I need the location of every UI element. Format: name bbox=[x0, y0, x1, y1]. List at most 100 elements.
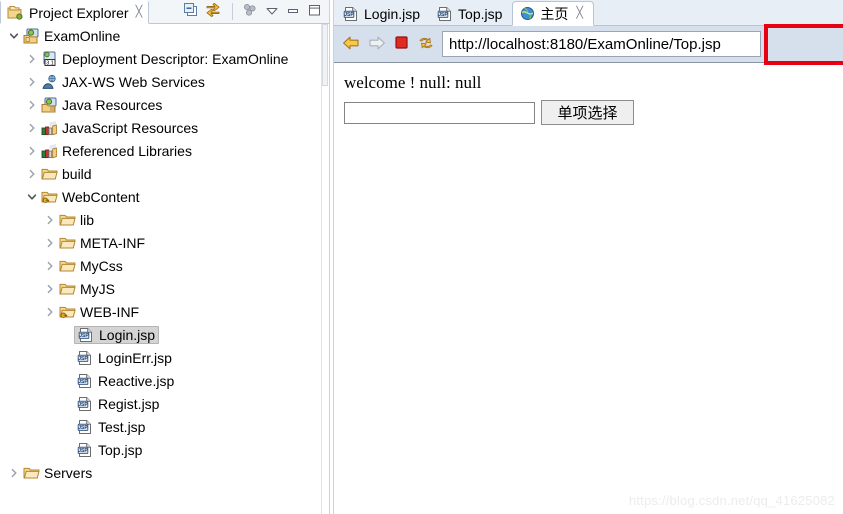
deployment-descriptor-icon: 3.1 bbox=[40, 51, 58, 67]
project-explorer-toolbar bbox=[175, 0, 329, 23]
chevron-right-icon[interactable] bbox=[6, 468, 22, 478]
tree-item-java-resources[interactable]: Java Resources bbox=[0, 93, 329, 116]
editor-tab-inactive-1[interactable]: JSP Top.jsp bbox=[430, 3, 512, 25]
chevron-right-icon[interactable] bbox=[42, 238, 58, 248]
back-button[interactable] bbox=[342, 35, 360, 54]
tree-item-lib[interactable]: lib bbox=[0, 208, 329, 231]
chevron-right-icon[interactable] bbox=[42, 284, 58, 294]
jsp-file-icon: JSP bbox=[76, 442, 94, 458]
svg-text:JSP: JSP bbox=[78, 356, 88, 362]
view-menu-chevron-icon[interactable] bbox=[265, 4, 279, 19]
collapse-all-icon[interactable] bbox=[183, 2, 198, 21]
tree-item-content[interactable]: WebContent bbox=[40, 189, 140, 205]
tree-item-javascript-resources[interactable]: JavaScript Resources bbox=[0, 116, 329, 139]
tree-item-label: build bbox=[62, 165, 92, 182]
explorer-scrollbar-thumb[interactable] bbox=[322, 24, 328, 86]
eclipse-workbench: Project Explorer ╳ ExamOnline 3.1 Deploy… bbox=[0, 0, 843, 514]
tree-item-label: Test.jsp bbox=[98, 418, 146, 435]
minimize-icon[interactable] bbox=[286, 4, 300, 19]
url-input[interactable]: http://localhost:8180/ExamOnline/Top.jsp bbox=[442, 31, 761, 57]
chevron-right-icon[interactable] bbox=[42, 307, 58, 317]
tree-item-content[interactable]: Servers bbox=[22, 465, 92, 481]
svg-text:JSP: JSP bbox=[78, 425, 88, 431]
browser-content-area: welcome ! null: null 单项选择 bbox=[334, 62, 843, 514]
close-icon[interactable]: ╳ bbox=[136, 7, 143, 18]
tree-item-label: Login.jsp bbox=[99, 326, 156, 343]
tree-item-deployment-descriptor-examonline[interactable]: 3.1 Deployment Descriptor: ExamOnline bbox=[0, 47, 329, 70]
chevron-right-icon[interactable] bbox=[24, 100, 40, 110]
tree-item-content[interactable]: Referenced Libraries bbox=[40, 143, 192, 159]
explorer-vertical-scrollbar[interactable] bbox=[321, 24, 328, 514]
tree-item-mycss[interactable]: MyCss bbox=[0, 254, 329, 277]
tree-item-content[interactable]: JSP Test.jsp bbox=[76, 419, 145, 435]
tree-item-examonline[interactable]: ExamOnline bbox=[0, 24, 329, 47]
tree-item-content[interactable]: JSP LoginErr.jsp bbox=[76, 350, 172, 366]
tree-item-label: MyCss bbox=[80, 257, 123, 274]
tree-item-web-inf[interactable]: WEB-INF bbox=[0, 300, 329, 323]
tree-item-webcontent[interactable]: WebContent bbox=[0, 185, 329, 208]
tree-item-content[interactable]: JSP Reactive.jsp bbox=[76, 373, 174, 389]
view-filters-icon[interactable] bbox=[232, 3, 258, 20]
answer-input[interactable] bbox=[344, 101, 535, 124]
svg-text:3.1: 3.1 bbox=[46, 60, 54, 66]
tree-item-content[interactable]: JSP Login.jsp bbox=[74, 325, 160, 344]
tree-item-content[interactable]: JAX-WS Web Services bbox=[40, 74, 205, 90]
tree-item-content[interactable]: WEB-INF bbox=[58, 304, 139, 320]
chevron-down-icon[interactable] bbox=[24, 192, 40, 202]
tree-item-content[interactable]: ExamOnline bbox=[22, 28, 120, 44]
chevron-right-icon[interactable] bbox=[24, 77, 40, 87]
tree-item-label: Deployment Descriptor: ExamOnline bbox=[62, 50, 289, 67]
tree-item-content[interactable]: JSP Regist.jsp bbox=[76, 396, 159, 412]
tree-item-reactive-jsp[interactable]: JSP Reactive.jsp bbox=[0, 369, 329, 392]
jsp-file-icon: JSP bbox=[76, 373, 94, 389]
tree-item-content[interactable]: META-INF bbox=[58, 235, 145, 251]
browser-nav-buttons bbox=[342, 35, 435, 54]
tree-item-content[interactable]: JSP Top.jsp bbox=[76, 442, 142, 458]
tree-item-servers[interactable]: Servers bbox=[0, 461, 329, 484]
single-choice-button[interactable]: 单项选择 bbox=[541, 100, 634, 125]
tree-item-content[interactable]: build bbox=[40, 166, 92, 182]
answer-form: 单项选择 bbox=[344, 100, 843, 125]
chevron-right-icon[interactable] bbox=[24, 146, 40, 156]
editor-tab-inactive-0[interactable]: JSP Login.jsp bbox=[336, 3, 430, 25]
tree-item-label: Regist.jsp bbox=[98, 395, 160, 412]
chevron-right-icon[interactable] bbox=[42, 215, 58, 225]
tree-item-content[interactable]: Java Resources bbox=[40, 97, 162, 113]
tree-item-loginerr-jsp[interactable]: JSP LoginErr.jsp bbox=[0, 346, 329, 369]
tree-item-content[interactable]: MyJS bbox=[58, 281, 115, 297]
chevron-down-icon[interactable] bbox=[6, 31, 22, 41]
chevron-right-icon[interactable] bbox=[24, 54, 40, 64]
tree-item-jax-ws-web-services[interactable]: JAX-WS Web Services bbox=[0, 70, 329, 93]
project-tree[interactable]: ExamOnline 3.1 Deployment Descriptor: Exam… bbox=[0, 24, 329, 514]
project-explorer-view-tab[interactable]: Project Explorer ╳ bbox=[0, 0, 150, 24]
tree-item-login-jsp[interactable]: JSP Login.jsp bbox=[0, 323, 329, 346]
editor-tab-active-2[interactable]: 主页 ╳ bbox=[512, 1, 595, 26]
tree-item-top-jsp[interactable]: JSP Top.jsp bbox=[0, 438, 329, 461]
tree-item-myjs[interactable]: MyJS bbox=[0, 277, 329, 300]
close-icon[interactable]: ╳ bbox=[576, 8, 583, 19]
tree-item-label: Servers bbox=[44, 464, 93, 481]
library-icon bbox=[40, 120, 58, 136]
tree-item-content[interactable]: 3.1 Deployment Descriptor: ExamOnline bbox=[40, 51, 288, 67]
maximize-icon[interactable] bbox=[307, 4, 321, 20]
java-resources-icon bbox=[40, 97, 58, 113]
tree-item-test-jsp[interactable]: JSP Test.jsp bbox=[0, 415, 329, 438]
tree-item-content[interactable]: lib bbox=[58, 212, 94, 228]
tree-item-content[interactable]: MyCss bbox=[58, 258, 123, 274]
editor-tab-label: Login.jsp bbox=[364, 6, 421, 22]
globe-icon bbox=[520, 6, 535, 21]
chevron-right-icon[interactable] bbox=[24, 169, 40, 179]
tree-item-build[interactable]: build bbox=[0, 162, 329, 185]
refresh-button[interactable] bbox=[417, 35, 435, 54]
chevron-right-icon[interactable] bbox=[24, 123, 40, 133]
forward-button bbox=[368, 35, 386, 54]
tree-item-label: ExamOnline bbox=[44, 27, 121, 44]
tree-item-regist-jsp[interactable]: JSP Regist.jsp bbox=[0, 392, 329, 415]
tree-item-meta-inf[interactable]: META-INF bbox=[0, 231, 329, 254]
chevron-right-icon[interactable] bbox=[42, 261, 58, 271]
jaxws-icon bbox=[40, 74, 58, 90]
tree-item-referenced-libraries[interactable]: Referenced Libraries bbox=[0, 139, 329, 162]
link-with-editor-icon[interactable] bbox=[205, 2, 221, 21]
tree-item-content[interactable]: JavaScript Resources bbox=[40, 120, 198, 136]
stop-button[interactable] bbox=[394, 35, 409, 53]
